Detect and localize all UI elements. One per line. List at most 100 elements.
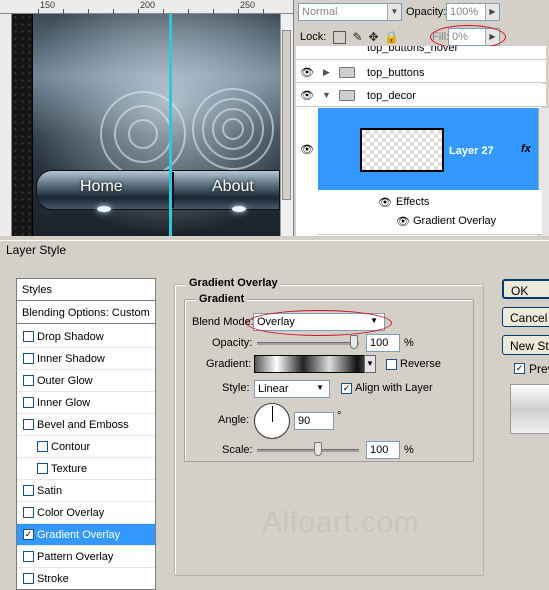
- opacity-input[interactable]: 100: [366, 334, 400, 352]
- canvas-scrollbar-thumb[interactable]: [282, 30, 291, 200]
- nav-item-home: Home: [80, 178, 123, 195]
- expand-arrow-icon[interactable]: ▶: [323, 67, 330, 78]
- collapse-arrow-icon[interactable]: ▼: [322, 90, 331, 100]
- eye-icon[interactable]: 👁: [300, 66, 314, 79]
- angle-dial[interactable]: [254, 403, 290, 439]
- eye-icon[interactable]: 👁: [300, 143, 314, 156]
- scale-input[interactable]: 100: [366, 441, 400, 459]
- section-title: Gradient Overlay: [186, 277, 281, 289]
- effects-row[interactable]: [318, 190, 542, 213]
- opacity-label: Opacity:: [212, 337, 253, 349]
- eye-icon[interactable]: 👁: [378, 196, 392, 209]
- opacity-value: 100%: [450, 6, 479, 18]
- angle-input[interactable]: 90: [294, 412, 334, 430]
- blend-mode-value: Normal: [302, 6, 338, 18]
- style-item-stroke[interactable]: Stroke: [17, 568, 155, 590]
- chevron-down-icon: ▼: [316, 383, 324, 392]
- style-value: Linear: [258, 383, 289, 395]
- align-with-layer-label: Align with Layer: [355, 382, 433, 394]
- layer-name: top_buttons: [367, 67, 425, 79]
- cancel-button[interactable]: Cancel: [502, 307, 549, 327]
- vertical-ruler: [0, 14, 12, 236]
- move-icon[interactable]: ✥: [367, 31, 380, 44]
- layer-thumbnail: [360, 128, 444, 172]
- scale-slider-thumb[interactable]: [314, 442, 322, 456]
- ruler-mark: 250: [240, 0, 256, 10]
- brush-icon[interactable]: ✎: [351, 31, 364, 44]
- align-with-layer-checkbox[interactable]: ✓: [341, 383, 352, 394]
- style-item-drop-shadow[interactable]: Drop Shadow: [17, 326, 155, 348]
- button-glow: [232, 206, 246, 212]
- checkbox[interactable]: [23, 485, 34, 496]
- checkbox[interactable]: [37, 463, 48, 474]
- percent-sign: %: [404, 444, 414, 456]
- style-item-inner-shadow[interactable]: Inner Shadow: [17, 348, 155, 370]
- eye-icon[interactable]: 👁: [396, 215, 410, 228]
- style-item-bevel-and-emboss[interactable]: Bevel and Emboss: [17, 414, 155, 436]
- fx-icon[interactable]: fx: [521, 143, 531, 155]
- style-label: Style:: [222, 382, 250, 394]
- dialog-title: Layer Style: [6, 243, 67, 257]
- reverse-label: Reverse: [400, 358, 441, 370]
- nav-item-about: About: [212, 178, 254, 195]
- checkbox-checked[interactable]: ✓: [23, 529, 34, 540]
- horizontal-ruler: 150 200 250: [0, 0, 293, 14]
- preview-label: Preview: [529, 362, 549, 376]
- style-preview-swatch: [510, 384, 549, 434]
- percent-sign: %: [404, 337, 414, 349]
- checkbox[interactable]: [23, 551, 34, 562]
- checkbox[interactable]: [23, 375, 34, 386]
- nav-divider: [172, 172, 174, 208]
- gradient-picker[interactable]: [254, 355, 376, 373]
- style-select[interactable]: Linear ▼: [254, 380, 330, 398]
- style-item-gradient-overlay[interactable]: ✓ Gradient Overlay: [17, 524, 155, 546]
- opacity-slider[interactable]: [257, 342, 359, 345]
- layer-row-top-decor[interactable]: [296, 84, 546, 107]
- eye-icon[interactable]: 👁: [300, 89, 314, 102]
- highlight-circle: [246, 310, 392, 336]
- checkbox[interactable]: [23, 507, 34, 518]
- layer-name: Layer 27: [449, 145, 494, 157]
- styles-header[interactable]: Styles: [17, 279, 155, 301]
- checkbox[interactable]: [23, 331, 34, 342]
- style-item-satin[interactable]: Satin: [17, 480, 155, 502]
- gradient-label: Gradient:: [206, 358, 252, 370]
- style-item-outer-glow[interactable]: Outer Glow: [17, 370, 155, 392]
- checkbox[interactable]: [37, 441, 48, 452]
- style-item-inner-glow[interactable]: Inner Glow: [17, 392, 155, 414]
- guide-line[interactable]: [169, 14, 172, 236]
- lock-transparent-icon[interactable]: [333, 31, 346, 44]
- scale-slider[interactable]: [257, 449, 359, 452]
- style-item-pattern-overlay[interactable]: Pattern Overlay: [17, 546, 155, 568]
- checkbox[interactable]: [23, 419, 34, 430]
- style-item-contour[interactable]: Contour: [17, 436, 155, 458]
- chevron-down-icon: ▼: [387, 4, 401, 20]
- opacity-slider-thumb[interactable]: [350, 335, 358, 349]
- effect-name: Gradient Overlay: [413, 215, 497, 227]
- new-style-button[interactable]: New Style...: [502, 335, 549, 355]
- reverse-checkbox[interactable]: [386, 359, 397, 370]
- folder-icon: [339, 90, 355, 101]
- layer-blend-mode-select[interactable]: Normal ▼: [298, 3, 402, 21]
- chevron-down-icon[interactable]: ▼: [364, 355, 376, 373]
- blending-options-item[interactable]: Blending Options: Custom: [17, 302, 155, 324]
- lock-icon[interactable]: 🔒: [384, 31, 399, 44]
- style-item-color-overlay[interactable]: Color Overlay: [17, 502, 155, 524]
- ruler-mark: 200: [140, 0, 156, 10]
- watermark-text: Alfoart.com: [262, 506, 420, 539]
- ok-button[interactable]: OK: [502, 279, 549, 299]
- layer-row-top-buttons-hover[interactable]: top_buttons_hover: [296, 46, 546, 60]
- degree-symbol: °: [337, 410, 342, 422]
- lock-label: Lock:: [300, 31, 327, 43]
- checkbox[interactable]: [23, 353, 34, 364]
- chevron-right-icon: ▶: [485, 4, 499, 20]
- layer-opacity-field[interactable]: 100% ▶: [446, 3, 500, 21]
- preview-checkbox[interactable]: ✓: [514, 363, 525, 374]
- style-item-texture[interactable]: Texture: [17, 458, 155, 480]
- checkbox[interactable]: [23, 573, 34, 584]
- folder-icon: [339, 67, 355, 78]
- effects-label: Effects: [396, 196, 430, 208]
- scale-label: Scale:: [222, 444, 253, 456]
- checkbox[interactable]: [23, 397, 34, 408]
- angle-label: Angle:: [218, 414, 250, 426]
